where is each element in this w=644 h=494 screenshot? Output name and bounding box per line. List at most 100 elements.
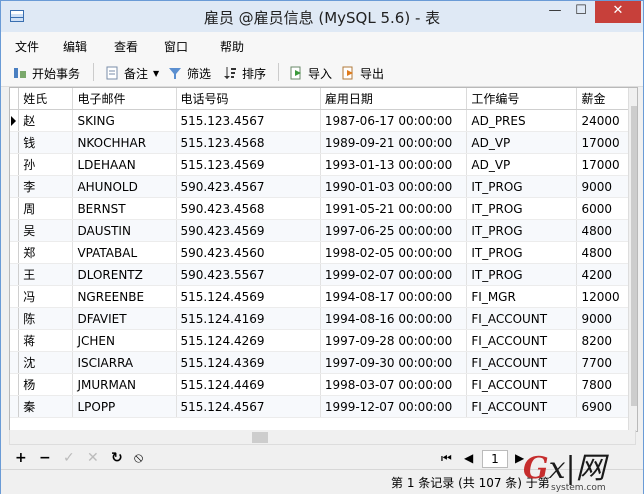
cell-job-id[interactable]: IT_PROG (466, 219, 578, 242)
column-header-surname[interactable]: 姓氏 (18, 88, 74, 110)
menu-file[interactable]: 文件 (15, 38, 39, 55)
cell-surname[interactable]: 沈 (18, 351, 74, 374)
minimize-button[interactable]: — (542, 1, 568, 23)
cell-hire-date[interactable]: 1998-02-05 00:00:00 (320, 241, 468, 264)
cell-email[interactable]: NKOCHHAR (72, 131, 177, 154)
cell-phone[interactable]: 590.423.4568 (176, 197, 321, 220)
cell-email[interactable]: BERNST (72, 197, 177, 220)
table-row[interactable]: 郑 VPATABAL 590.423.4560 1998-02-05 00:00:00… (10, 241, 637, 264)
cell-phone[interactable]: 590.423.5567 (176, 263, 321, 286)
cell-surname[interactable]: 李 (18, 175, 74, 198)
cell-phone[interactable]: 515.124.4269 (176, 329, 321, 352)
cell-email[interactable]: JCHEN (72, 329, 177, 352)
cell-job-id[interactable]: FI_ACCOUNT (466, 395, 578, 418)
table-row[interactable]: 王 DLORENTZ 590.423.5567 1999-02-07 00:00:00… (10, 263, 637, 286)
column-header-hire-date[interactable]: 雇用日期 (320, 88, 468, 110)
cell-job-id[interactable]: FI_ACCOUNT (466, 329, 578, 352)
cell-surname[interactable]: 陈 (18, 307, 74, 330)
menu-edit[interactable]: 编辑 (63, 38, 87, 55)
cell-hire-date[interactable]: 1990-01-03 00:00:00 (320, 175, 468, 198)
delete-record-button[interactable]: − (39, 449, 51, 467)
row-indicator[interactable] (10, 307, 20, 330)
column-header-email[interactable]: 电子邮件 (72, 88, 177, 110)
row-indicator[interactable] (10, 109, 20, 132)
cell-surname[interactable]: 蒋 (18, 329, 74, 352)
cell-surname[interactable]: 郑 (18, 241, 74, 264)
cell-email[interactable]: SKING (72, 109, 177, 132)
cell-phone[interactable]: 590.423.4569 (176, 219, 321, 242)
cell-hire-date[interactable]: 1997-09-30 00:00:00 (320, 351, 468, 374)
cell-surname[interactable]: 赵 (18, 109, 74, 132)
cell-email[interactable]: LPOPP (72, 395, 177, 418)
page-number-input[interactable]: 1 (482, 450, 508, 468)
cell-surname[interactable]: 秦 (18, 395, 74, 418)
cell-hire-date[interactable]: 1998-03-07 00:00:00 (320, 373, 468, 396)
vertical-scrollbar[interactable] (628, 88, 637, 431)
cell-hire-date[interactable]: 1999-02-07 00:00:00 (320, 263, 468, 286)
table-row[interactable]: 孙 LDEHAAN 515.123.4569 1993-01-13 00:00:00 A… (10, 153, 637, 176)
vertical-scroll-thumb[interactable] (631, 106, 637, 406)
cell-email[interactable]: DAUSTIN (72, 219, 177, 242)
cell-email[interactable]: NGREENBE (72, 285, 177, 308)
table-row[interactable]: 杨 JMURMAN 515.124.4469 1998-03-07 00:00:00 F… (10, 373, 637, 396)
horizontal-scrollbar[interactable] (9, 430, 636, 445)
cell-surname[interactable]: 杨 (18, 373, 74, 396)
cell-email[interactable]: JMURMAN (72, 373, 177, 396)
cell-hire-date[interactable]: 1997-06-25 00:00:00 (320, 219, 468, 242)
table-row[interactable]: 秦 LPOPP 515.124.4567 1999-12-07 00:00:00 FI_… (10, 395, 637, 418)
cell-hire-date[interactable]: 1994-08-17 00:00:00 (320, 285, 468, 308)
row-indicator[interactable] (10, 285, 20, 308)
cell-email[interactable]: ISCIARRA (72, 351, 177, 374)
table-row[interactable]: 周 BERNST 590.423.4568 1991-05-21 00:00:00 IT… (10, 197, 637, 220)
cell-surname[interactable]: 王 (18, 263, 74, 286)
cell-job-id[interactable]: AD_PRES (466, 109, 578, 132)
cell-phone[interactable]: 515.123.4569 (176, 153, 321, 176)
table-row[interactable]: 李 AHUNOLD 590.423.4567 1990-01-03 00:00:00 I… (10, 175, 637, 198)
row-indicator[interactable] (10, 395, 20, 418)
cell-phone[interactable]: 515.124.4469 (176, 373, 321, 396)
cell-hire-date[interactable]: 1997-09-28 00:00:00 (320, 329, 468, 352)
begin-transaction-button[interactable]: 开始事务 (13, 64, 80, 82)
apply-changes-button[interactable]: ✓ (63, 449, 75, 467)
cell-surname[interactable]: 钱 (18, 131, 74, 154)
cell-hire-date[interactable]: 1991-05-21 00:00:00 (320, 197, 468, 220)
cell-email[interactable]: AHUNOLD (72, 175, 177, 198)
cell-job-id[interactable]: FI_MGR (466, 285, 578, 308)
cell-job-id[interactable]: IT_PROG (466, 175, 578, 198)
previous-page-button[interactable]: ◀ (464, 449, 473, 467)
cell-phone[interactable]: 515.124.4369 (176, 351, 321, 374)
cell-job-id[interactable]: FI_ACCOUNT (466, 373, 578, 396)
stop-button[interactable]: ⦸ (134, 449, 143, 467)
title-bar[interactable]: 雇员 @雇员信息 (MySQL 5.6) - 表 — ☐ ✕ (1, 1, 643, 32)
export-button[interactable]: 导出 (341, 64, 384, 82)
row-indicator[interactable] (10, 373, 20, 396)
first-page-button[interactable]: ⏮ (441, 449, 452, 467)
close-button[interactable]: ✕ (595, 1, 641, 23)
cell-surname[interactable]: 吴 (18, 219, 74, 242)
note-button[interactable]: 备注 ▼ (105, 64, 159, 82)
refresh-button[interactable]: ↻ (111, 449, 123, 467)
cell-job-id[interactable]: IT_PROG (466, 263, 578, 286)
cell-hire-date[interactable]: 1989-09-21 00:00:00 (320, 131, 468, 154)
horizontal-scroll-thumb[interactable] (252, 432, 268, 443)
row-indicator[interactable] (10, 329, 20, 352)
cell-hire-date[interactable]: 1993-01-13 00:00:00 (320, 153, 468, 176)
cell-surname[interactable]: 孙 (18, 153, 74, 176)
table-row[interactable]: 陈 DFAVIET 515.124.4169 1994-08-16 00:00:00 F… (10, 307, 637, 330)
cell-hire-date[interactable]: 1999-12-07 00:00:00 (320, 395, 468, 418)
menu-window[interactable]: 窗口 (164, 38, 188, 55)
dropdown-arrow-icon[interactable]: ▼ (153, 69, 159, 78)
cell-hire-date[interactable]: 1994-08-16 00:00:00 (320, 307, 468, 330)
cell-job-id[interactable]: FI_ACCOUNT (466, 351, 578, 374)
row-indicator[interactable] (10, 175, 20, 198)
row-indicator[interactable] (10, 197, 20, 220)
cell-phone[interactable]: 515.123.4567 (176, 109, 321, 132)
cell-phone[interactable]: 515.123.4568 (176, 131, 321, 154)
discard-changes-button[interactable]: ✕ (87, 449, 99, 467)
cell-surname[interactable]: 周 (18, 197, 74, 220)
cell-job-id[interactable]: AD_VP (466, 153, 578, 176)
add-record-button[interactable]: + (15, 449, 27, 467)
cell-email[interactable]: DFAVIET (72, 307, 177, 330)
filter-button[interactable]: 筛选 (168, 64, 211, 82)
cell-surname[interactable]: 冯 (18, 285, 74, 308)
